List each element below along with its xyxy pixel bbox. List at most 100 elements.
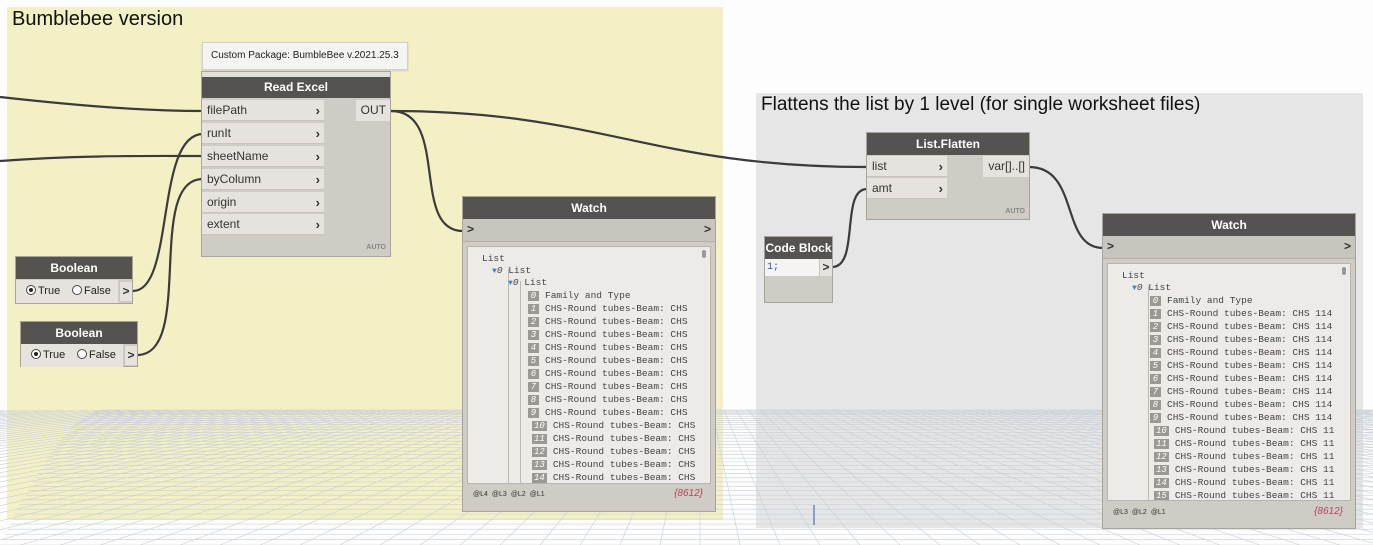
list-index: 14: [1154, 478, 1169, 488]
radio-false[interactable]: False: [77, 349, 116, 361]
group-title: Bumblebee version: [12, 8, 184, 30]
port-out[interactable]: >: [704, 222, 711, 236]
list-value: Family and Type: [545, 290, 631, 301]
list-item: 8 CHS-Round tubes-Beam: CHS: [528, 393, 688, 406]
port-in[interactable]: >: [1107, 239, 1114, 253]
list-item: 3 CHS-Round tubes-Beam: CHS: [528, 328, 688, 341]
boolean-node-2[interactable]: Boolean True False >: [21, 322, 137, 367]
list-index: 6: [528, 369, 539, 379]
list-item: 6 CHS-Round tubes-Beam: CHS 114: [1150, 372, 1332, 385]
port-bycolumn[interactable]: byColumn ›: [202, 169, 324, 190]
port-in[interactable]: >: [467, 222, 474, 236]
list-value: CHS-Round tubes-Beam: CHS 11: [1174, 490, 1335, 501]
list-item: 1 CHS-Round tubes-Beam: CHS 114: [1150, 307, 1332, 320]
list-value: CHS-Round tubes-Beam: CHS 11: [1174, 464, 1335, 475]
radio-true[interactable]: True: [26, 285, 60, 297]
list-value: CHS-Round tubes-Beam: CHS: [545, 407, 688, 418]
list-index: 1: [528, 304, 539, 314]
level-indicators[interactable]: @L3 @L2 @L1: [1113, 509, 1170, 516]
node-title[interactable]: Code Block: [765, 237, 832, 259]
read-excel-node[interactable]: Read Excel filePath › runIt › sheetName › b…: [202, 72, 390, 256]
group-title: Flattens the list by 1 level (for single…: [761, 94, 1201, 115]
list-value: CHS-Round tubes-Beam: CHS: [545, 355, 688, 366]
chevron-right-icon: ›: [315, 195, 320, 210]
list-index: 12: [1154, 452, 1169, 462]
level-toggle[interactable]: @L1: [1151, 509, 1166, 516]
radio-false[interactable]: False: [72, 285, 111, 297]
list-value: CHS-Round tubes-Beam: CHS 114: [1167, 321, 1333, 332]
port-amt[interactable]: amt ›: [867, 178, 947, 199]
port-list[interactable]: list ›: [867, 156, 947, 177]
node-title[interactable]: Watch: [463, 197, 715, 219]
list-value: CHS-Round tubes-Beam: CHS: [545, 316, 688, 327]
port-out[interactable]: >: [119, 282, 132, 301]
watch-tree[interactable]: List ▼0 List 0 Family and Type 1 CHS-Round …: [1107, 263, 1351, 501]
list-value: CHS-Round tubes-Beam: CHS 114: [1167, 386, 1333, 397]
list-value: CHS-Round tubes-Beam: CHS 114: [1167, 412, 1333, 423]
list-value: CHS-Round tubes-Beam: CHS: [545, 329, 688, 340]
list-item: 0 Family and Type: [528, 289, 631, 302]
boolean-toggle[interactable]: True False: [16, 280, 118, 303]
watch-tree[interactable]: List ▼0 List ▼0 List 0 Family and Type 1 CH…: [467, 246, 711, 484]
port-out[interactable]: >: [819, 259, 832, 276]
port-runit[interactable]: runIt ›: [202, 123, 324, 144]
list-flatten-node[interactable]: List.Flatten list › amt › var[]..[] AUTO: [867, 133, 1029, 219]
level-toggle[interactable]: @L3: [492, 491, 507, 498]
list-index: 7: [528, 382, 539, 392]
port-extent[interactable]: extent ›: [202, 214, 324, 235]
level-toggle[interactable]: @L4: [473, 491, 488, 498]
port-out[interactable]: >: [124, 346, 137, 365]
node-title[interactable]: List.Flatten: [867, 133, 1029, 155]
list-value: CHS-Round tubes-Beam: CHS: [545, 381, 688, 392]
list-value: CHS-Round tubes-Beam: CHS: [552, 446, 696, 457]
port-out[interactable]: OUT: [356, 100, 390, 121]
port-filepath[interactable]: filePath ›: [202, 100, 324, 121]
package-tooltip: Custom Package: BumbleBee v.2021.25.3: [202, 42, 408, 70]
chevron-right-icon: ›: [315, 217, 320, 232]
list-index: 15: [1154, 491, 1169, 501]
radio-selected-icon: [31, 349, 41, 359]
list-value: CHS-Round tubes-Beam: CHS: [545, 394, 688, 405]
level-toggle[interactable]: @L2: [1132, 509, 1147, 516]
scrollbar[interactable]: [702, 250, 706, 258]
node-title[interactable]: Boolean: [16, 257, 132, 279]
boolean-toggle[interactable]: True False: [21, 344, 123, 367]
port-out[interactable]: >: [1344, 239, 1351, 253]
list-item: 6 CHS-Round tubes-Beam: CHS: [528, 367, 688, 380]
scrollbar[interactable]: [1342, 267, 1346, 275]
tree-node[interactable]: ▼0 List: [508, 276, 547, 290]
watch-port-bar: > >: [1103, 236, 1355, 259]
list-item: 11 CHS-Round tubes-Beam: CHS 11: [1154, 437, 1334, 450]
list-item: 13 CHS-Round tubes-Beam: CHS: [532, 458, 695, 471]
list-index: 12: [532, 447, 547, 457]
list-index: 13: [1154, 465, 1169, 475]
level-toggle[interactable]: @L1: [530, 491, 545, 498]
boolean-node-1[interactable]: Boolean True False >: [16, 257, 132, 303]
list-item: 4 CHS-Round tubes-Beam: CHS: [528, 341, 688, 354]
list-index: 13: [532, 460, 547, 470]
level-toggle[interactable]: @L2: [511, 491, 526, 498]
watch-node-1[interactable]: Watch > > List ▼0 List ▼0 List 0 Family a…: [463, 197, 715, 511]
code-editor[interactable]: 1;: [765, 259, 819, 276]
level-indicators[interactable]: @L4 @L3 @L2 @L1: [473, 491, 549, 498]
list-index: 1: [1150, 309, 1161, 319]
port-out[interactable]: var[]..[]: [983, 156, 1029, 177]
radio-true[interactable]: True: [31, 349, 65, 361]
list-item: 10 CHS-Round tubes-Beam: CHS 11: [1154, 424, 1334, 437]
port-sheetname[interactable]: sheetName ›: [202, 146, 324, 167]
list-item: 12 CHS-Round tubes-Beam: CHS: [532, 445, 695, 458]
code-block-node[interactable]: Code Block 1; >: [765, 237, 832, 302]
watch-node-2[interactable]: Watch > > List ▼0 List 0 Family and Type 1…: [1103, 214, 1355, 528]
list-index: 3: [528, 330, 539, 340]
radio-empty-icon: [72, 285, 82, 295]
port-origin[interactable]: origin ›: [202, 192, 324, 213]
level-toggle[interactable]: @L3: [1113, 509, 1128, 516]
list-value: CHS-Round tubes-Beam: CHS: [545, 303, 688, 314]
node-title[interactable]: Boolean: [21, 322, 137, 344]
node-title[interactable]: Watch: [1103, 214, 1355, 236]
node-title[interactable]: Read Excel: [202, 77, 390, 98]
radio-empty-icon: [77, 349, 87, 359]
tree-node[interactable]: ▼0 List: [1132, 281, 1171, 295]
chevron-right-icon: ›: [938, 181, 943, 196]
list-value: CHS-Round tubes-Beam: CHS 114: [1167, 373, 1333, 384]
